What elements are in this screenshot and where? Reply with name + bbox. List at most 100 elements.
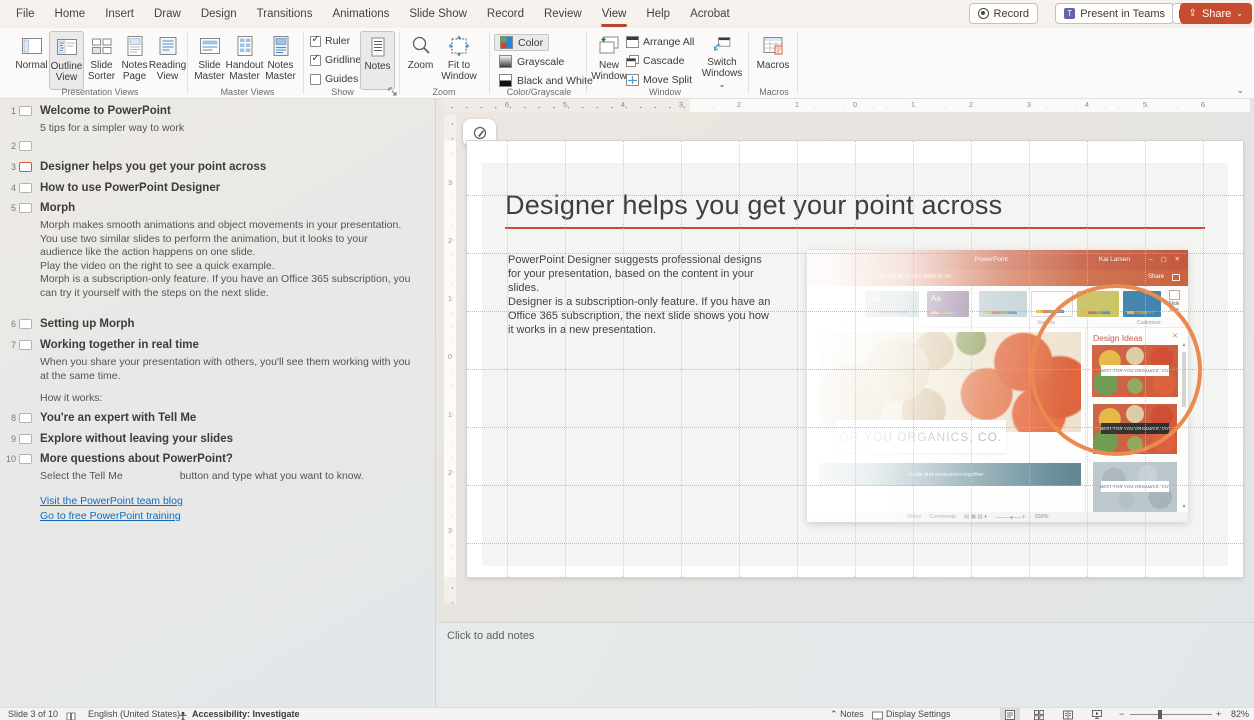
handout-master-button[interactable]: Handout Master — [227, 31, 262, 90]
reading-view-toggle[interactable] — [1058, 708, 1078, 720]
vertical-ruler[interactable]: 3210123 — [444, 115, 456, 603]
menu-review[interactable]: Review — [534, 0, 592, 28]
fit-to-window-button[interactable]: Fit to Window — [437, 31, 481, 90]
status-bar: Slide 3 of 10 English (United States) Ac… — [0, 707, 1254, 720]
outline-item-8[interactable]: 8You're an expert with Tell Me — [0, 410, 430, 426]
normal-view-toggle[interactable] — [1000, 708, 1020, 720]
new-window-button[interactable]: New Window — [590, 31, 628, 90]
arrange-all-button[interactable]: Arrange All — [626, 36, 694, 48]
outline-slide-title[interactable]: Setting up Morph — [40, 318, 135, 330]
outline-body-text[interactable]: When you share your presentation with ot… — [40, 356, 412, 383]
switch-windows-button[interactable]: Switch Windows ⌄ — [700, 31, 744, 90]
powerpoint-training-link[interactable]: Go to free PowerPoint training — [40, 509, 183, 524]
move-split-button[interactable]: Move Split — [626, 74, 692, 86]
slide-editor[interactable]: Designer helps you get your point across… — [467, 141, 1243, 577]
outline-slide-title[interactable]: Welcome to PowerPoint — [40, 105, 171, 117]
menu-slide-show[interactable]: Slide Show — [399, 0, 477, 28]
zoom-out-button[interactable]: − — [1119, 708, 1124, 720]
outline-slide-title[interactable]: Designer helps you get your point across — [40, 161, 266, 173]
color-mode-button[interactable]: Color — [494, 34, 549, 51]
powerpoint-blog-link[interactable]: Visit the PowerPoint team blog — [40, 494, 183, 509]
embedded-title-bar: PowerPoint Kai Larsen – ▢ ✕ — [807, 250, 1188, 270]
notes-page-button[interactable]: Notes Page — [117, 31, 152, 90]
outline-view-button[interactable]: Outline View — [49, 31, 84, 90]
menu-transitions[interactable]: Transitions — [247, 0, 323, 28]
notes-toggle-button[interactable]: Notes — [360, 31, 395, 90]
menu-help[interactable]: Help — [636, 0, 680, 28]
outline-body-text[interactable]: How it works: — [40, 392, 412, 406]
display-settings[interactable]: Display Settings — [886, 708, 951, 720]
powerpoint-window: File Home Insert Draw Design Transitions… — [0, 0, 1254, 720]
ribbon-separator — [586, 32, 587, 94]
gridlines-checkbox[interactable]: Gridlines — [310, 54, 366, 66]
zoom-in-button[interactable]: + — [1216, 708, 1221, 720]
collapse-ribbon-icon[interactable]: ⌄ — [1236, 85, 1244, 96]
outline-body-text[interactable]: Select the Tell Mebutton and type what y… — [40, 470, 412, 484]
outline-panel[interactable]: 1Welcome to PowerPoint 5 tips for a simp… — [0, 99, 436, 707]
ribbon-separator — [489, 32, 490, 94]
zoom-slider-handle[interactable] — [1158, 710, 1162, 719]
outline-item-9[interactable]: 9Explore without leaving your slides — [0, 431, 430, 447]
outline-slide-title[interactable]: Explore without leaving your slides — [40, 433, 233, 445]
slide-master-button[interactable]: Slide Master — [192, 31, 227, 90]
outline-item-2[interactable]: 2 — [0, 138, 430, 154]
outline-item-3-current[interactable]: 3Designer helps you get your point acros… — [0, 159, 430, 175]
menu-view[interactable]: View — [592, 0, 637, 28]
outline-body-text[interactable]: 5 tips for a simpler way to work — [40, 122, 412, 136]
share-button[interactable]: ⇪ Share ⌄ — [1180, 3, 1252, 24]
outline-item-6[interactable]: 6Setting up Morph — [0, 316, 430, 332]
outline-body-text[interactable]: Morph makes smooth animations and object… — [40, 219, 412, 260]
menu-draw[interactable]: Draw — [144, 0, 191, 28]
outline-slide-title[interactable]: Morph — [40, 202, 75, 214]
menu-design[interactable]: Design — [191, 0, 247, 28]
checkbox-checked-icon — [310, 36, 321, 47]
ruler-checkbox[interactable]: Ruler — [310, 35, 350, 47]
zoom-level[interactable]: 82% — [1231, 708, 1249, 720]
fit-slide-to-window-button[interactable] — [1248, 708, 1254, 720]
menu-acrobat[interactable]: Acrobat — [680, 0, 740, 28]
horizontal-ruler[interactable]: 6543210123456 — [443, 99, 1250, 112]
slide-title[interactable]: Designer helps you get your point across — [505, 190, 1002, 221]
notes-master-button[interactable]: Notes Master — [263, 31, 298, 90]
outline-body-text[interactable]: Play the video on the right to see a qui… — [40, 260, 412, 274]
zoom-slider-track[interactable] — [1130, 714, 1212, 715]
macros-button[interactable]: Macros — [753, 31, 793, 90]
cascade-button[interactable]: Cascade — [626, 55, 684, 67]
language-indicator[interactable]: English (United States) — [88, 708, 180, 720]
menu-record[interactable]: Record — [477, 0, 534, 28]
slide-body-paragraph[interactable]: Designer is a subscription-only feature.… — [508, 295, 774, 337]
zoom-button[interactable]: Zoom — [403, 31, 438, 90]
slide-body-paragraph[interactable]: PowerPoint Designer suggests professiona… — [508, 253, 774, 295]
notes-toggle[interactable]: ⌃ Notes — [830, 708, 864, 720]
notes-placeholder[interactable]: Click to add notes — [447, 630, 534, 642]
show-dialog-launcher-icon[interactable] — [388, 87, 397, 96]
slide-show-toggle[interactable] — [1087, 708, 1107, 720]
accessibility-status[interactable]: Accessibility: Investigate — [192, 708, 300, 720]
outline-slide-title[interactable]: More questions about PowerPoint? — [40, 453, 233, 465]
outline-item-4[interactable]: 4How to use PowerPoint Designer — [0, 180, 430, 196]
present-in-teams-button[interactable]: T Present in Teams — [1055, 3, 1174, 24]
notes-pane[interactable]: Click to add notes — [436, 622, 1254, 707]
menu-file[interactable]: File — [6, 0, 45, 28]
outline-slide-number: 7 — [0, 340, 16, 350]
slide-image-powerpoint-screenshot[interactable]: PowerPoint Kai Larsen – ▢ ✕ Tell me what… — [807, 250, 1188, 522]
menu-home[interactable]: Home — [45, 0, 96, 28]
reading-view-button[interactable]: Reading View — [150, 31, 185, 90]
grayscale-button[interactable]: Grayscale — [494, 53, 569, 70]
outline-slide-title[interactable]: How to use PowerPoint Designer — [40, 182, 220, 194]
normal-view-button[interactable]: Normal — [14, 31, 49, 90]
spell-check-icon[interactable] — [66, 710, 76, 720]
outline-body-text[interactable]: Morph is a subscription-only feature. If… — [40, 273, 412, 300]
outline-item-10[interactable]: 10More questions about PowerPoint? Selec… — [0, 451, 430, 484]
slide-sorter-toggle[interactable] — [1029, 708, 1049, 720]
menu-animations[interactable]: Animations — [322, 0, 399, 28]
outline-slide-title[interactable]: Working together in real time — [40, 339, 199, 351]
outline-item-7[interactable]: 7 Working together in real time When you … — [0, 337, 430, 406]
outline-item-1[interactable]: 1Welcome to PowerPoint 5 tips for a simp… — [0, 103, 430, 136]
record-button[interactable]: Record — [969, 3, 1038, 24]
outline-slide-title[interactable]: You're an expert with Tell Me — [40, 412, 196, 424]
menu-insert[interactable]: Insert — [95, 0, 144, 28]
guides-checkbox[interactable]: Guides — [310, 73, 358, 85]
slide-sorter-button[interactable]: Slide Sorter — [84, 31, 119, 90]
outline-item-5[interactable]: 5Morph Morph makes smooth animations and… — [0, 200, 430, 300]
